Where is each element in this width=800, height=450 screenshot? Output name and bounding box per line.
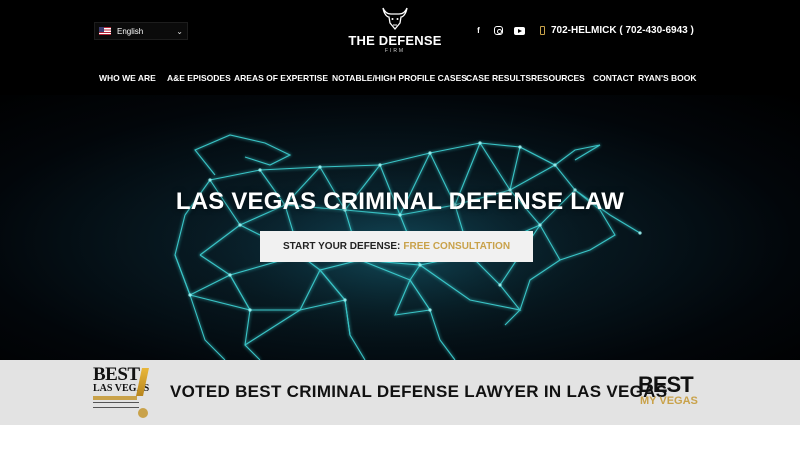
award-text: VOTED BEST CRIMINAL DEFENSE LAWYER IN LA…: [170, 382, 668, 401]
logo-subtitle: FIRM: [384, 48, 406, 54]
facebook-icon[interactable]: f: [474, 26, 483, 35]
page: English ⌄ THE DEFENSE FIRM f 702-HELMICK…: [0, 0, 800, 450]
phone-link[interactable]: 702-HELMICK ( 702-430-6943 ): [540, 25, 694, 36]
award-band: BEST LAS VEGAS VOTED BEST CRIMINAL DEFEN…: [0, 360, 800, 425]
below-fold-area: [0, 425, 800, 450]
nav-item-who-we-are[interactable]: WHO WE ARE: [99, 73, 156, 83]
best-my-vegas-badge: BEST MY VEGAS: [638, 372, 698, 411]
language-label: English: [117, 26, 144, 36]
hero-section: LAS VEGAS CRIMINAL DEFENSE LAW START YOU…: [0, 95, 800, 360]
nav-item-case-results[interactable]: CASE RESULTS: [466, 73, 531, 83]
youtube-icon[interactable]: [514, 26, 525, 35]
phone-icon: [540, 26, 545, 35]
main-nav: WHO WE ARE A&E EPISODES AREAS OF EXPERTI…: [0, 73, 800, 85]
best-my-vegas-title: BEST: [638, 372, 694, 397]
us-flag-icon: [99, 27, 111, 35]
badge-seal-icon: [138, 408, 148, 418]
best-my-vegas-subtitle: MY VEGAS: [640, 395, 698, 407]
badge-gold-strip: [93, 396, 137, 400]
nav-item-areas-of-expertise[interactable]: AREAS OF EXPERTISE: [234, 73, 328, 83]
phone-number: 702-HELMICK ( 702-430-6943 ): [551, 25, 694, 36]
bull-head-icon: [382, 7, 408, 31]
nav-item-notable-cases[interactable]: NOTABLE/HIGH PROFILE CASES: [332, 73, 467, 83]
nav-item-contact[interactable]: CONTACT: [593, 73, 634, 83]
chevron-down-icon: ⌄: [176, 26, 183, 36]
badge-fine-print: [93, 402, 139, 408]
logo-title: THE DEFENSE: [348, 33, 442, 48]
nav-item-resources[interactable]: RESOURCES: [531, 73, 585, 83]
cta-highlight: FREE CONSULTATION: [403, 241, 511, 252]
best-of-las-vegas-badge: BEST LAS VEGAS: [93, 365, 151, 420]
instagram-icon[interactable]: [494, 26, 503, 35]
social-links: f: [474, 26, 525, 35]
language-selector[interactable]: English ⌄: [94, 22, 188, 40]
wireframe-bull-illustration: [150, 125, 650, 360]
site-header: English ⌄ THE DEFENSE FIRM f 702-HELMICK…: [0, 0, 800, 95]
free-consultation-button[interactable]: START YOUR DEFENSE: FREE CONSULTATION: [260, 231, 533, 262]
hero-title: LAS VEGAS CRIMINAL DEFENSE LAW: [175, 188, 625, 215]
nav-item-ryans-book[interactable]: RYAN'S BOOK: [638, 73, 697, 83]
cta-prefix: START YOUR DEFENSE:: [282, 241, 401, 252]
site-logo[interactable]: THE DEFENSE FIRM: [340, 5, 450, 61]
nav-item-ae-episodes[interactable]: A&E EPISODES: [167, 73, 231, 83]
